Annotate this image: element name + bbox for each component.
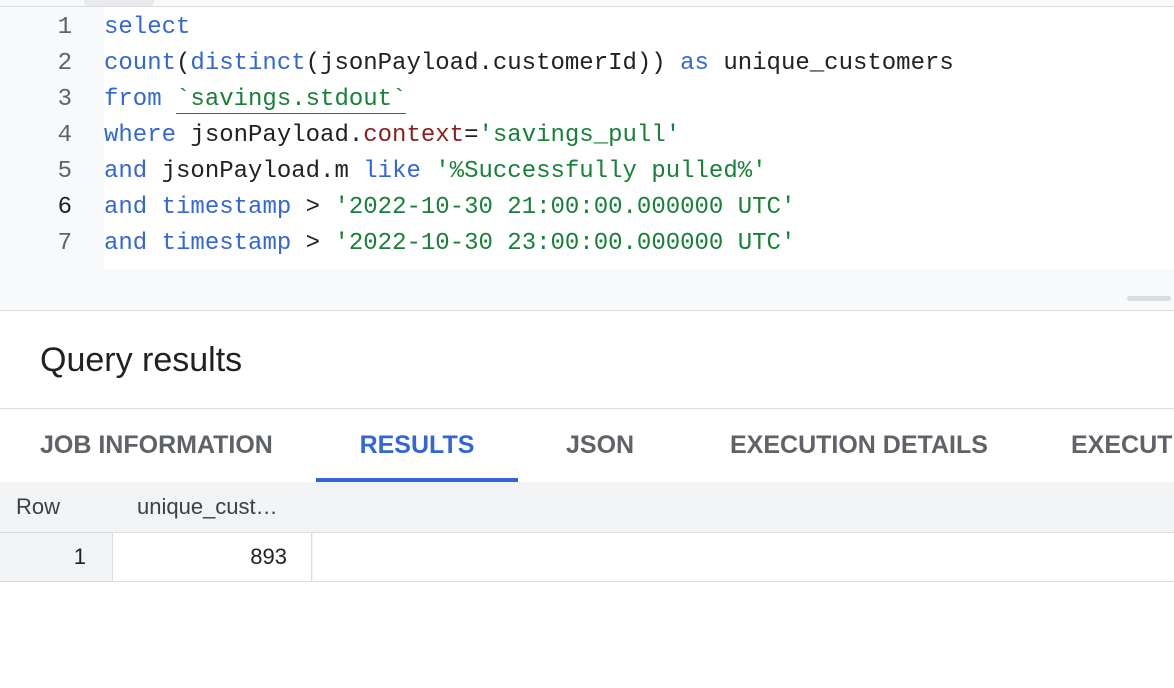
code-token-kw: select [104,14,191,41]
code-token-ident: jsonPayload. [190,122,364,149]
code-line[interactable]: 4 where jsonPayload.context='savings_pull… [0,118,1174,154]
code-token-op [147,194,161,221]
tab-execution-graph[interactable]: EXECUTI [1071,409,1174,482]
results-table-header: Row unique_cust… [0,482,1174,533]
tab-job-information[interactable]: JOB INFORMATION [40,409,273,482]
code-token-str: 'savings_pull' [478,122,681,149]
code-token-kw: and [104,158,148,185]
code-line[interactable]: 7 and timestamp > '2022-10-30 23:00:00.00… [0,226,1174,262]
code-text[interactable]: select [104,10,190,46]
code-token-kw: as [680,50,709,77]
code-token-kw: where [104,122,177,149]
tab-label: JOB INFORMATION [40,431,273,459]
tab-results[interactable]: RESULTS [316,409,518,482]
code-token-fn: count [104,50,177,77]
tab-label: EXECUTION DETAILS [730,431,988,459]
column-header-unique-customers[interactable]: unique_cust… [137,482,278,532]
code-text[interactable]: from `savings.stdout` [104,82,407,118]
code-text[interactable]: and timestamp > '2022-10-30 23:00:00.000… [104,226,795,262]
line-number: 7 [57,230,72,257]
line-number: 4 [57,122,72,149]
row-empty-space [313,533,1174,581]
tab-label: RESULTS [359,431,475,459]
code-token-op: > [291,194,335,221]
code-token-table: `savings.stdout` [176,86,407,114]
line-number: 3 [57,86,72,113]
code-token-str: '2022-10-30 21:00:00.000000 UTC' [334,194,796,221]
tab-execution-details[interactable]: EXECUTION DETAILS [730,409,988,482]
tab-label: JSON [566,431,635,459]
tab-json[interactable]: JSON [566,409,634,482]
code-line[interactable]: 6 and timestamp > '2022-10-30 21:00:00.00… [0,190,1174,226]
editor-resize-handle[interactable] [1127,296,1171,301]
row-number: 1 [73,544,86,569]
code-line[interactable]: 5 and jsonPayload.m like '%Successfully p… [0,154,1174,190]
code-token-kw: and [104,194,148,221]
column-header-row: Row [16,494,61,519]
code-token-ident: unique_customers [723,50,954,77]
code-token-op: > [291,230,335,257]
code-token-str: '2022-10-30 23:00:00.000000 UTC' [334,230,796,257]
results-tabs: JOB INFORMATION RESULTS JSON EXECUTION D… [0,408,1174,483]
code-token-op: ( [305,50,321,77]
code-token-op: ( [176,50,191,77]
code-token-op [709,50,723,77]
code-text[interactable]: where jsonPayload.context='savings_pull' [104,118,680,154]
line-number: 2 [57,50,72,77]
code-token-str: '%Successfully pulled%' [435,158,767,185]
code-token-kw: and [104,230,148,257]
page-title: Query results [40,341,243,379]
sql-editor[interactable]: 1 select 2 count(distinct(jsonPayload.custo… [0,0,1174,311]
code-token-field: context [363,122,465,149]
code-line[interactable]: 1 select [0,10,1174,46]
code-token-op [147,230,161,257]
code-text[interactable]: and jsonPayload.m like '%Successfully pu… [104,154,767,190]
code-token-op [176,122,190,149]
code-line[interactable]: 2 count(distinct(jsonPayload.customerId))… [0,46,1174,82]
tab-label: EXECUTI [1071,431,1174,459]
code-token-op [666,50,680,77]
table-row: 1 893 [0,533,1174,582]
code-token-op [349,158,363,185]
code-token-op [421,158,435,185]
code-text[interactable]: and timestamp > '2022-10-30 21:00:00.000… [104,190,795,226]
code-token-op: = [464,122,479,149]
result-cell[interactable]: 893 [112,533,312,581]
line-number: 6 [57,194,72,221]
code-token-fn: timestamp [161,194,292,221]
code-text[interactable]: count(distinct(jsonPayload.customerId)) … [104,46,954,82]
line-number: 5 [57,158,72,185]
code-token-ident: jsonPayload.m [161,158,349,185]
code-token-op [162,86,176,113]
code-token-fn: timestamp [161,230,292,257]
code-token-op [147,158,161,185]
code-token-kw: from [104,86,162,113]
code-token-kw: like [363,158,421,185]
code-token-ident: jsonPayload.customerId [320,50,637,77]
code-token-fn: distinct [190,50,306,77]
code-token-op: )) [636,50,666,77]
line-number: 1 [57,14,72,41]
code-line[interactable]: 3 from `savings.stdout` [0,82,1174,118]
